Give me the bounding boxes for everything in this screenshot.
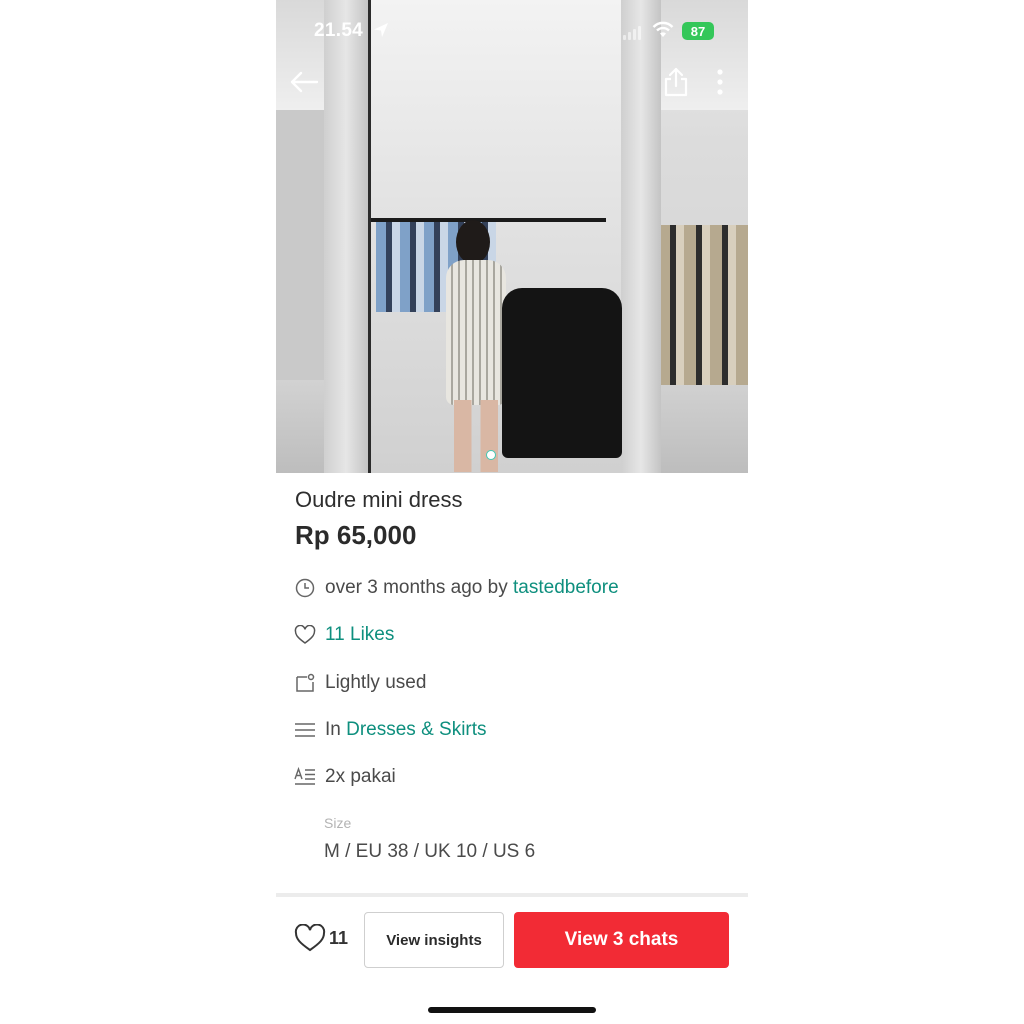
likes-row[interactable]: 11 Likes [294, 624, 394, 646]
location-arrow-icon [374, 23, 388, 37]
description-text: 2x pakai [325, 766, 396, 787]
list-icon [294, 719, 316, 741]
category-link[interactable]: Dresses & Skirts [346, 719, 486, 741]
posted-row: over 3 months ago by tastedbefore [294, 577, 619, 599]
wifi-icon [652, 21, 674, 37]
photo-coat [502, 288, 622, 458]
tag-icon [294, 672, 316, 694]
battery-indicator: 87 [682, 22, 714, 40]
listing-title: Oudre mini dress [295, 487, 463, 512]
photo-pillar-right [621, 0, 661, 473]
photo-person-dress [446, 260, 506, 405]
listing-screen: 21.54 87 Oudre mini dress Rp 65,000 over… [276, 0, 748, 1024]
view-chats-button[interactable]: View 3 chats [514, 912, 729, 968]
photo-page-indicator[interactable] [486, 450, 496, 460]
photo-person-legs [454, 400, 498, 472]
heart-icon [294, 624, 316, 646]
like-count: 11 [329, 927, 349, 948]
back-arrow-icon[interactable] [288, 66, 320, 98]
likes-link[interactable]: 11 Likes [325, 624, 394, 646]
heart-icon [294, 924, 326, 952]
signal-icon [623, 26, 641, 40]
photo-person-head [456, 220, 490, 264]
bottom-divider [276, 893, 748, 897]
category-prefix: In [325, 719, 347, 740]
text-format-icon [294, 766, 316, 788]
status-time: 21.54 [314, 20, 364, 41]
category-row: In Dresses & Skirts [294, 719, 487, 741]
description-row: 2x pakai [294, 766, 396, 788]
listing-price: Rp 65,000 [295, 520, 417, 550]
view-insights-button[interactable]: View insights [364, 912, 504, 968]
share-icon[interactable] [660, 66, 692, 98]
photo-pillar-left [324, 0, 368, 473]
posted-text: over 3 months ago by [325, 577, 513, 598]
seller-link[interactable]: tastedbefore [513, 577, 619, 599]
home-indicator[interactable] [428, 1007, 596, 1013]
clock-icon [294, 577, 316, 599]
more-vertical-icon[interactable] [704, 66, 736, 98]
product-photo[interactable]: 21.54 87 [276, 0, 748, 473]
size-label: Size [324, 815, 352, 831]
condition-row: Lightly used [294, 672, 426, 694]
like-button[interactable]: 11 [294, 924, 348, 952]
condition-text: Lightly used [325, 672, 427, 693]
photo-clothes-right [658, 225, 748, 385]
size-value: M / EU 38 / UK 10 / US 6 [324, 841, 536, 862]
